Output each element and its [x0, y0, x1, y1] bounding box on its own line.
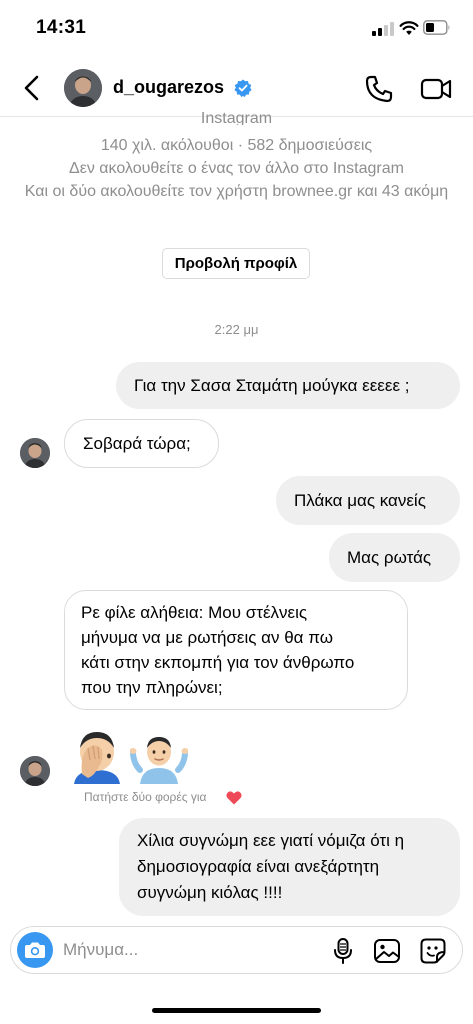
shrug-emoji[interactable] — [130, 730, 188, 784]
home-indicator[interactable] — [152, 1008, 321, 1013]
profile-stats: 140 χιλ. ακόλουθοι · 582 δημοσιεύσεις — [100, 137, 373, 154]
profile-source-label: Instagram — [200, 110, 273, 125]
message-text: Σοβαρά τώρα; — [83, 434, 191, 453]
status-time: 14:31 — [36, 17, 87, 38]
verified-badge-icon — [234, 79, 252, 97]
cellular-signal-icon — [372, 22, 396, 36]
avatar[interactable] — [64, 69, 102, 107]
profile-summary: Instagram 140 χιλ. ακόλουθοι · 582 δημοσ… — [0, 110, 473, 203]
face-palm-emoji[interactable] — [68, 726, 126, 784]
message-line: συγνώμη κιόλας !!!! — [137, 883, 283, 902]
message-text: Για την Σασα Σταμάτη μούγκα εεεεε ; — [134, 376, 410, 395]
back-arrow-icon[interactable] — [18, 72, 46, 104]
battery-icon — [423, 20, 450, 35]
sender-avatar[interactable] — [20, 756, 50, 786]
message-bubble-outgoing[interactable]: Πλάκα μας κανείς — [276, 476, 460, 525]
double-tap-hint: Πατήστε δύο φορές για — [84, 790, 207, 804]
message-text: Πλάκα μας κανείς — [294, 491, 426, 510]
message-input[interactable] — [63, 937, 313, 963]
wifi-icon — [399, 21, 419, 35]
message-line: που την πληρώνει; — [81, 678, 223, 697]
sticker-icon[interactable] — [419, 937, 447, 965]
mutual-followers: Και οι δύο ακολουθείτε τον χρήστη browne… — [24, 183, 449, 200]
message-line: μήνυμα να με ρωτήσεις αν θα πω — [81, 628, 333, 647]
microphone-icon[interactable] — [331, 937, 355, 965]
message-bubble-outgoing[interactable]: Μας ρωτάς — [329, 533, 460, 582]
heart-icon — [226, 791, 242, 805]
camera-icon — [25, 942, 45, 958]
message-bubble-incoming[interactable]: Σοβαρά τώρα; — [64, 419, 219, 468]
message-bubble-incoming[interactable]: Ρε φίλε αλήθεια: Μου στέλνεις μήνυμα να … — [64, 590, 408, 710]
message-timestamp: 2:22 μμ — [214, 322, 259, 337]
message-line: δημοσιογραφία είναι ανεξάρτητη — [137, 857, 380, 876]
view-profile-button[interactable]: Προβολή προφίλ — [162, 248, 310, 279]
status-bar: 14:31 — [0, 0, 473, 52]
message-line: κάτι στην εκπομπή για τον άνθρωπο — [81, 653, 355, 672]
video-call-icon[interactable] — [420, 75, 452, 103]
camera-button[interactable] — [17, 932, 53, 968]
phone-call-icon[interactable] — [364, 74, 394, 104]
chat-username[interactable]: d_ougarezos — [113, 77, 224, 98]
message-bubble-outgoing[interactable]: Για την Σασα Σταμάτη μούγκα εεεεε ; — [116, 362, 460, 409]
message-bubble-outgoing[interactable]: Χίλια συγνώμη εεε γιατί νόμιζα ότι η δημ… — [119, 818, 460, 916]
message-composer — [10, 926, 463, 974]
gallery-icon[interactable] — [373, 937, 401, 965]
message-line: Ρε φίλε αλήθεια: Μου στέλνεις — [81, 603, 308, 622]
message-text: Μας ρωτάς — [347, 548, 432, 567]
sender-avatar[interactable] — [20, 438, 50, 468]
message-line: Χίλια συγνώμη εεε γιατί νόμιζα ότι η — [137, 831, 405, 850]
follow-status: Δεν ακολουθείτε ο ένας τον άλλο στο Inst… — [69, 160, 404, 177]
